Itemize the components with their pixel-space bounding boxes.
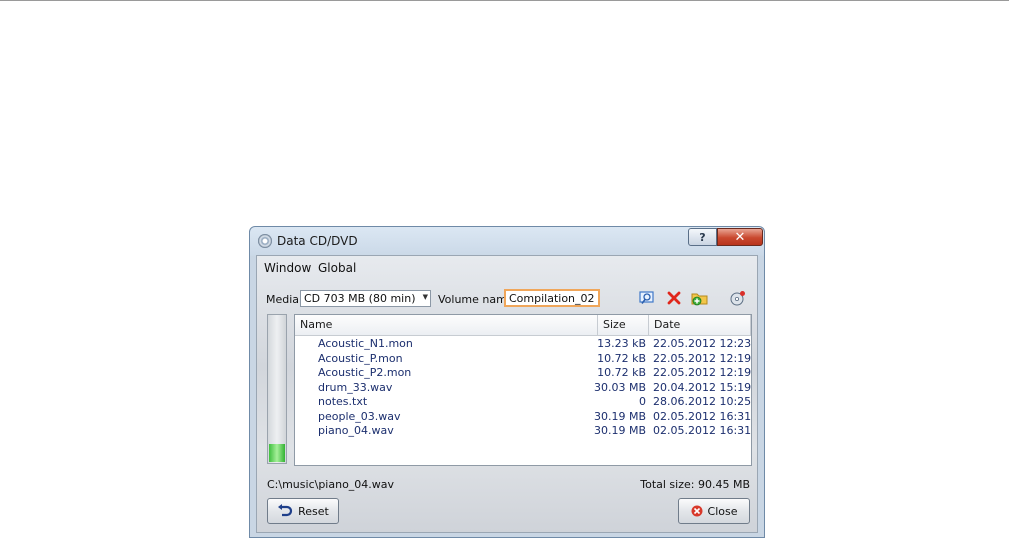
menu-bar: Window Global [257, 256, 757, 278]
file-size: 13.23 kB [597, 337, 646, 350]
close-button-label: Close [707, 504, 738, 518]
search-folder-icon[interactable] [638, 289, 656, 307]
reset-button[interactable]: Reset [267, 498, 339, 524]
file-size: 10.72 kB [597, 351, 646, 365]
total-size: Total size: 90.45 MB [640, 478, 750, 491]
file-name: Acoustic_N1.mon [318, 337, 413, 350]
file-rows: Acoustic_N1.mon 13.23 kB 22.05.2012 12:23:… [295, 337, 751, 439]
disc-app-icon [258, 234, 272, 248]
undo-icon [278, 504, 293, 517]
file-name: Acoustic_P2.mon [318, 366, 412, 379]
file-list-header: Name Size Date [295, 315, 751, 336]
file-size: 30.03 MB [593, 380, 646, 394]
media-select[interactable]: CD 703 MB (80 min) ▼ [300, 290, 431, 307]
column-header-name[interactable]: Name [295, 315, 598, 335]
table-row[interactable]: Acoustic_P2.mon 10.72 kB 22.05.2012 12:19:… [295, 366, 751, 381]
close-button[interactable]: Close [678, 498, 750, 524]
burn-disc-icon[interactable] [729, 289, 747, 307]
table-row[interactable]: people_03.wav 30.19 MB 02.05.2012 16:31:52 [295, 410, 751, 425]
column-header-size[interactable]: Size [598, 315, 649, 335]
menu-global[interactable]: Global [318, 261, 356, 275]
file-date: 22.05.2012 12:19:06 [653, 366, 752, 379]
reset-button-label: Reset [298, 504, 329, 518]
volume-name-label: Volume name [438, 293, 514, 306]
volume-name-input[interactable] [504, 289, 600, 307]
window-title: Data CD/DVD [277, 234, 358, 248]
table-row[interactable]: Acoustic_N1.mon 13.23 kB 22.05.2012 12:23:… [295, 337, 751, 352]
disc-usage-fill [269, 444, 285, 462]
file-name: people_03.wav [318, 409, 401, 423]
file-date: 22.05.2012 12:19:06 [653, 351, 752, 365]
chevron-down-icon[interactable]: ▼ [423, 293, 428, 301]
file-size: 30.19 MB [593, 424, 646, 437]
window-close-button[interactable]: ✕ [717, 228, 763, 246]
media-select-value: CD 703 MB (80 min) [304, 292, 416, 305]
file-name: piano_04.wav [318, 424, 394, 437]
file-date: 02.05.2012 16:31:52 [653, 409, 752, 423]
table-row[interactable]: drum_33.wav 30.03 MB 20.04.2012 15:19:40 [295, 381, 751, 396]
menu-window[interactable]: Window [264, 261, 311, 275]
table-row[interactable]: Acoustic_P.mon 10.72 kB 22.05.2012 12:19:0… [295, 352, 751, 367]
delete-icon[interactable] [665, 289, 683, 307]
dialog-body: Window Global Media CD 703 MB (80 min) ▼… [256, 255, 758, 533]
file-date: 20.04.2012 15:19:40 [653, 380, 752, 394]
close-circle-icon [691, 505, 703, 517]
file-name: notes.txt [318, 395, 368, 408]
file-list[interactable]: Name Size Date Acoustic_N1.mon 13.23 kB 22… [294, 314, 752, 466]
file-size: 0 [639, 395, 646, 408]
media-label: Media [266, 293, 300, 306]
file-name: Acoustic_P.mon [318, 351, 403, 365]
column-header-date[interactable]: Date [649, 315, 751, 335]
disc-usage-bar [267, 314, 287, 464]
file-date: 02.05.2012 16:31:38 [653, 424, 752, 437]
file-name: drum_33.wav [318, 380, 393, 394]
top-divider [0, 0, 1009, 1]
data-cd-dvd-window: Data CD/DVD ? ✕ Window Global Media CD 7… [249, 226, 765, 538]
help-button[interactable]: ? [688, 228, 717, 246]
table-row[interactable]: piano_04.wav 30.19 MB 02.05.2012 16:31:38 [295, 424, 751, 439]
table-row[interactable]: notes.txt 0 28.06.2012 10:25:03 [295, 395, 751, 410]
file-size: 30.19 MB [593, 409, 646, 423]
file-date: 22.05.2012 12:23:43 [653, 337, 752, 350]
selected-file-path: C:\music\piano_04.wav [267, 478, 395, 491]
add-folder-icon[interactable] [691, 289, 709, 307]
title-bar[interactable]: Data CD/DVD ? ✕ [250, 227, 764, 255]
file-date: 28.06.2012 10:25:03 [653, 395, 752, 408]
file-size: 10.72 kB [597, 366, 646, 379]
